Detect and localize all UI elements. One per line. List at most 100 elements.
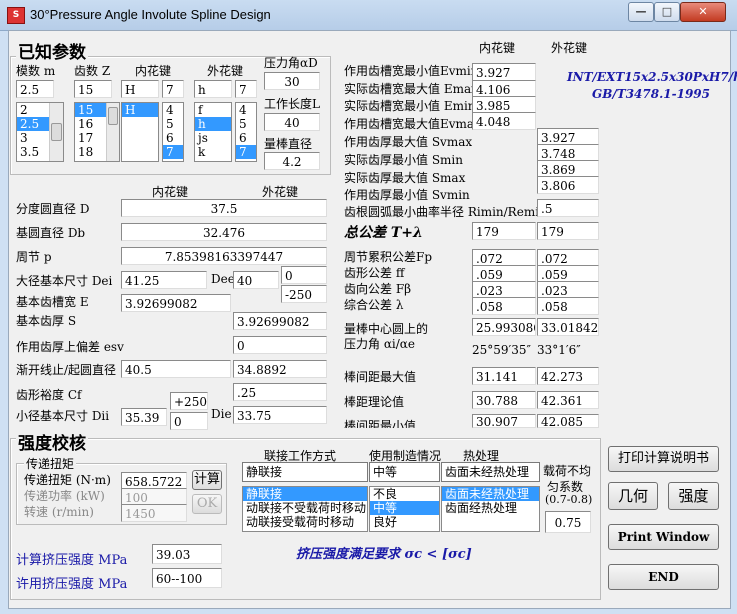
heat-option[interactable]: 齿面经热处理 bbox=[442, 501, 539, 515]
conn-list[interactable]: 静联接 动联接不受载荷时移动 动联接受载荷时移动 bbox=[242, 486, 368, 532]
rmin-value: .5 bbox=[537, 199, 599, 217]
maximize-button[interactable]: □ bbox=[654, 2, 680, 22]
external-class-option[interactable]: js bbox=[195, 131, 231, 145]
known-params-heading: 已知参数 bbox=[16, 38, 88, 63]
total-tolerance-internal: 179 bbox=[472, 222, 536, 240]
teeth-list[interactable]: 15 16 17 18 bbox=[74, 102, 120, 162]
pin-max-label: 棒间距最大值 bbox=[344, 370, 417, 384]
print-manual-button[interactable]: 打印计算说明书 bbox=[608, 446, 719, 472]
load-factor-input[interactable]: 0.75 bbox=[545, 511, 591, 533]
evmax-value: 4.048 bbox=[472, 112, 536, 130]
allow-stress-label: 许用挤压强度 MPa bbox=[16, 577, 128, 592]
mfg-combo[interactable]: 中等 bbox=[369, 462, 440, 482]
internal-grade-option[interactable]: 6 bbox=[163, 131, 183, 145]
teeth-input[interactable]: 15 bbox=[74, 80, 112, 98]
internal-class-option-selected[interactable]: H bbox=[122, 103, 158, 117]
internal-class-list[interactable]: H bbox=[121, 102, 159, 162]
external-class-option-selected[interactable]: h bbox=[195, 117, 231, 131]
evmin-value: 3.927 bbox=[472, 63, 536, 81]
pin-angle-external-dms: 33°1′6″ bbox=[537, 343, 581, 357]
calc-button[interactable]: 计算 bbox=[192, 470, 222, 490]
external-grade-option-selected[interactable]: 7 bbox=[236, 145, 256, 159]
calc-stress-value: 39.03 bbox=[152, 544, 222, 564]
pin-diameter-label: 量棒直径 bbox=[264, 137, 313, 151]
torque-label: 传递扭矩 (N·m) bbox=[24, 473, 111, 487]
right-col-external: 外花键 bbox=[551, 41, 588, 55]
fp-label: 周节累积公差Fp bbox=[344, 250, 433, 264]
conn-combo[interactable]: 静联接 bbox=[242, 462, 368, 482]
external-grade-option[interactable]: 5 bbox=[236, 117, 256, 131]
internal-grade-list[interactable]: 4 5 6 7 bbox=[162, 102, 184, 162]
external-grade-input[interactable]: 7 bbox=[235, 80, 257, 98]
module-scrollbar[interactable] bbox=[49, 103, 63, 161]
right-col-internal: 内花键 bbox=[479, 41, 516, 55]
esv-value: 0 bbox=[233, 336, 327, 354]
geometry-col-internal: 内花键 bbox=[152, 185, 189, 199]
end-button[interactable]: END bbox=[608, 564, 719, 590]
speed-input[interactable]: 1450 bbox=[121, 504, 187, 522]
internal-spline-label: 内花键 bbox=[135, 64, 172, 78]
external-class-list[interactable]: f h js k bbox=[194, 102, 232, 162]
conn-option-selected[interactable]: 静联接 bbox=[243, 487, 367, 501]
internal-grade-option[interactable]: 5 bbox=[163, 117, 183, 131]
pressure-angle-label: 压力角αD bbox=[264, 56, 318, 70]
ff-label: 齿形公差 ff bbox=[344, 266, 405, 280]
allow-stress-value: 60--100 bbox=[152, 568, 222, 588]
internal-class-input[interactable]: H bbox=[121, 80, 159, 98]
heat-list[interactable]: 齿面未经热处理 齿面经热处理 bbox=[441, 486, 540, 532]
work-length-input[interactable]: 40 bbox=[264, 113, 320, 131]
speed-label: 转速 (r/min) bbox=[24, 505, 94, 519]
minor-dia-internal: 35.39 bbox=[121, 408, 167, 426]
rmin-label: 齿根圆弧最小曲率半径 Rimin/Remin bbox=[344, 205, 547, 219]
base-dia-value: 32.476 bbox=[121, 223, 327, 241]
smax-label: 实际齿厚最大值 Smax bbox=[344, 171, 466, 185]
base-dia-label: 基圆直径 Db bbox=[16, 226, 86, 240]
mfg-option[interactable]: 不良 bbox=[370, 487, 439, 501]
mfg-option-selected[interactable]: 中等 bbox=[370, 501, 439, 515]
external-grade-list[interactable]: 4 5 6 7 bbox=[235, 102, 257, 162]
module-input[interactable]: 2.5 bbox=[16, 80, 54, 98]
svmin-value: 3.806 bbox=[537, 176, 599, 194]
heat-option-selected[interactable]: 齿面未经热处理 bbox=[442, 487, 539, 501]
result-text: 挤压强度满足要求 σc < [σc] bbox=[296, 547, 472, 562]
internal-grade-input[interactable]: 7 bbox=[162, 80, 184, 98]
geometry-button[interactable]: 几何 bbox=[608, 482, 658, 510]
mfg-option[interactable]: 良好 bbox=[370, 515, 439, 529]
external-class-option[interactable]: k bbox=[195, 145, 231, 159]
title-bar: S 30°Pressure Angle Involute Spline Desi… bbox=[0, 0, 737, 31]
mfg-list[interactable]: 不良 中等 良好 bbox=[369, 486, 440, 532]
power-label: 传递功率 (kW) bbox=[24, 489, 105, 503]
load-factor-range: (0.7-0.8) bbox=[545, 493, 593, 506]
pressure-angle-input[interactable]: 30 bbox=[264, 72, 320, 90]
internal-grade-option-selected[interactable]: 7 bbox=[163, 145, 183, 159]
spec-line2: GB/T3478.1-1995 bbox=[592, 87, 711, 101]
ok-button[interactable]: OK bbox=[192, 494, 222, 514]
close-button[interactable]: ✕ bbox=[680, 2, 726, 22]
internal-grade-option[interactable]: 4 bbox=[163, 103, 183, 117]
heat-combo[interactable]: 齿面未经热处理 bbox=[441, 462, 540, 482]
conn-option[interactable]: 动联接不受载荷时移动 bbox=[243, 501, 367, 515]
dee-label: Dee bbox=[211, 272, 235, 286]
work-length-label: 工作长度L bbox=[264, 97, 320, 111]
pin-max-external: 42.273 bbox=[537, 367, 599, 385]
pin-theory-internal: 30.788 bbox=[472, 391, 536, 409]
external-grade-option[interactable]: 6 bbox=[236, 131, 256, 145]
external-class-option[interactable]: f bbox=[195, 103, 231, 117]
module-list[interactable]: 2 2.5 3 3.5 bbox=[16, 102, 64, 162]
conn-option[interactable]: 动联接受载荷时移动 bbox=[243, 515, 367, 529]
minimize-button[interactable]: — bbox=[628, 2, 654, 22]
pitch-dia-label: 分度圆直径 D bbox=[16, 202, 90, 216]
major-dia-label: 大径基本尺寸 Dei bbox=[16, 274, 113, 288]
conn-combo-value: 静联接 bbox=[246, 465, 283, 479]
pin-diameter-input[interactable]: 4.2 bbox=[264, 152, 320, 170]
mfg-combo-value: 中等 bbox=[373, 465, 398, 479]
torque-group-label: 传递扭矩 bbox=[24, 455, 77, 472]
strength-button[interactable]: 强度 bbox=[668, 482, 719, 510]
minor-dev-upper: +250 bbox=[170, 392, 208, 410]
print-window-button[interactable]: Print Window bbox=[608, 524, 719, 550]
external-class-input[interactable]: h bbox=[194, 80, 232, 98]
spec-line1: INT/EXT15x2.5x30PxH7/h bbox=[567, 70, 737, 84]
heat-combo-value: 齿面未经热处理 bbox=[445, 465, 530, 479]
external-grade-option[interactable]: 4 bbox=[236, 103, 256, 117]
teeth-scrollbar[interactable] bbox=[106, 103, 119, 161]
